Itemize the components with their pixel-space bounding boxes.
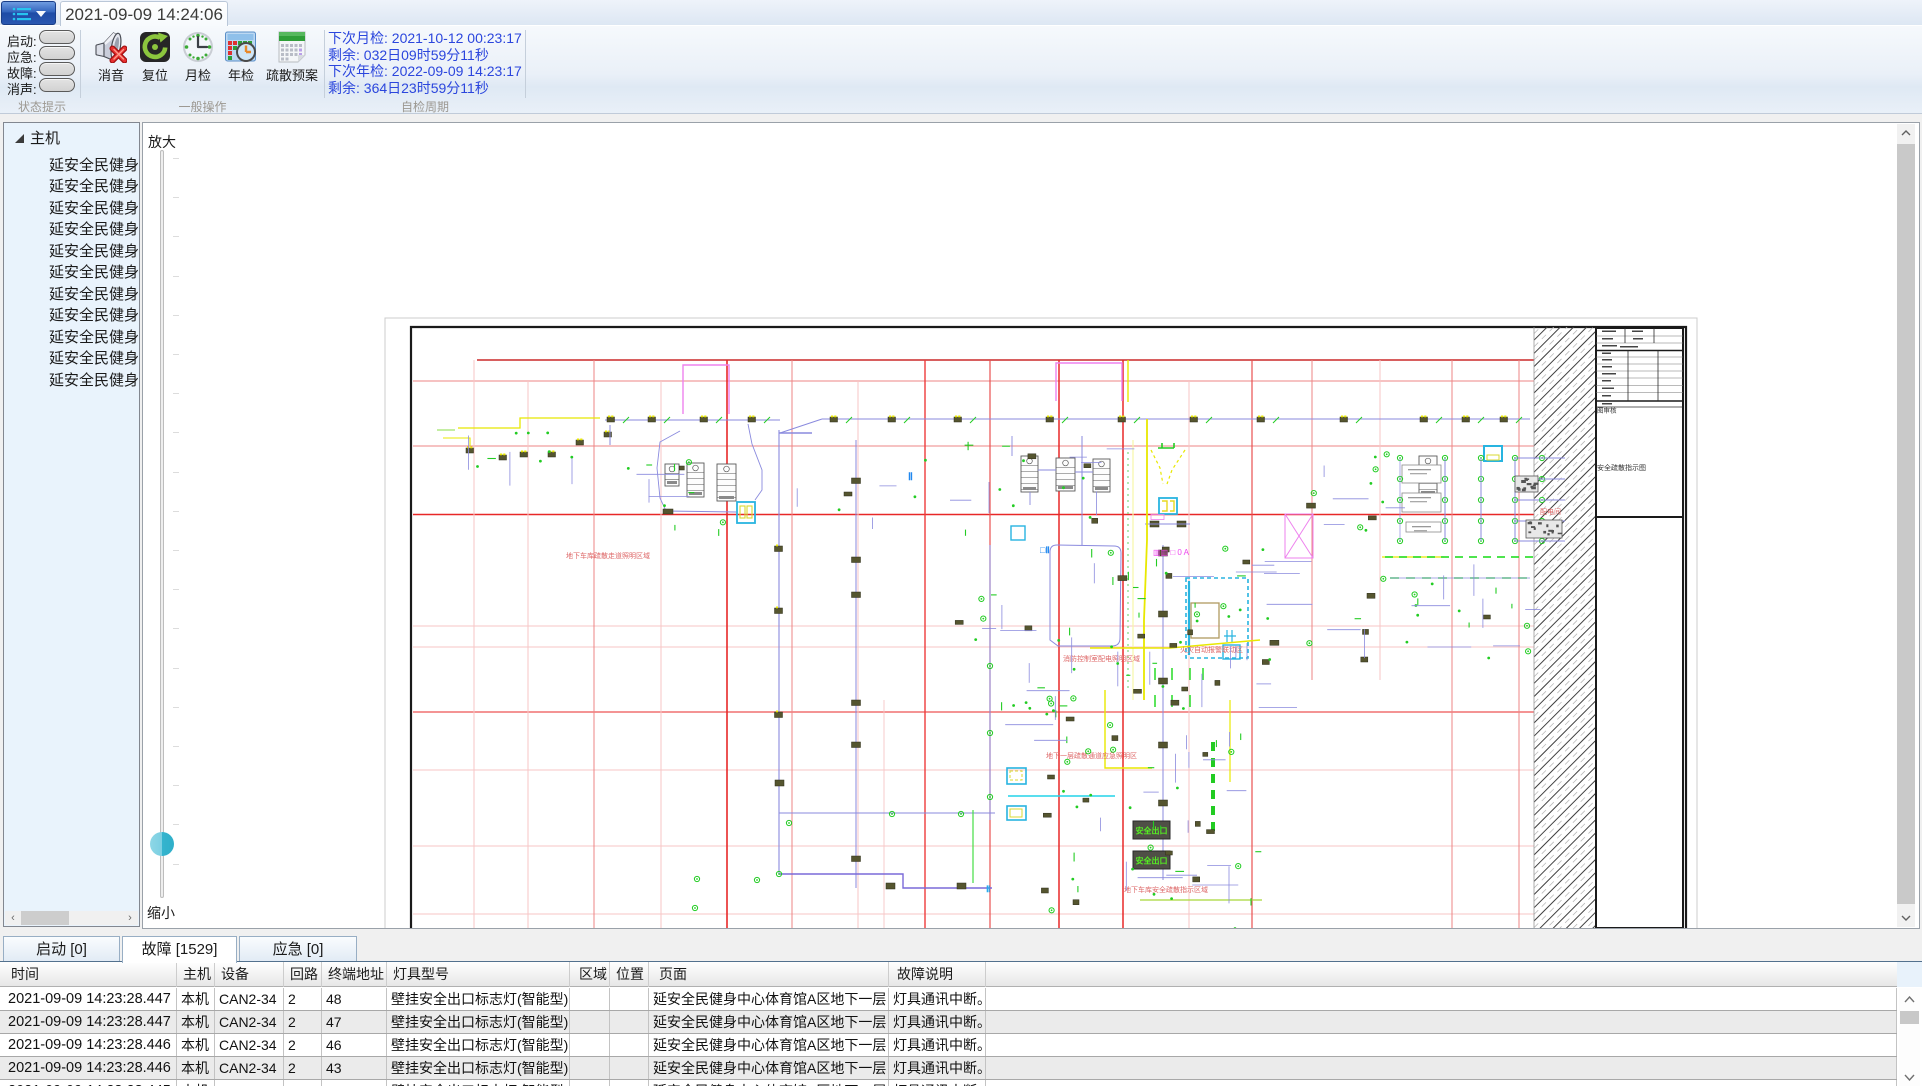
svg-text:▥▥ □ 0 A: ▥▥ □ 0 A xyxy=(1153,548,1190,557)
svg-text:配电间: 配电间 xyxy=(1540,507,1561,516)
svg-text:地下车库疏散走道照明区域: 地下车库疏散走道照明区域 xyxy=(566,551,650,560)
svg-text:图审核: 图审核 xyxy=(1597,406,1617,415)
svg-text:安全疏散指示图: 安全疏散指示图 xyxy=(1597,463,1646,472)
svg-text:消防控制室配电照明区域: 消防控制室配电照明区域 xyxy=(1063,654,1140,663)
svg-text:安全出口: 安全出口 xyxy=(1136,856,1168,866)
svg-text:地下车库安全疏散指示区域: 地下车库安全疏散指示区域 xyxy=(1124,885,1208,894)
svg-text:Ⅱ: Ⅱ xyxy=(908,472,913,483)
svg-text:地下一层疏散通道应急照明区: 地下一层疏散通道应急照明区 xyxy=(1046,751,1137,760)
svg-text:安全出口: 安全出口 xyxy=(1136,826,1168,836)
svg-text:火灾自动报警联动区: 火灾自动报警联动区 xyxy=(1180,645,1243,654)
svg-text:Ⅱ: Ⅱ xyxy=(986,884,990,894)
svg-text:□Ⅱ: □Ⅱ xyxy=(1040,545,1050,555)
